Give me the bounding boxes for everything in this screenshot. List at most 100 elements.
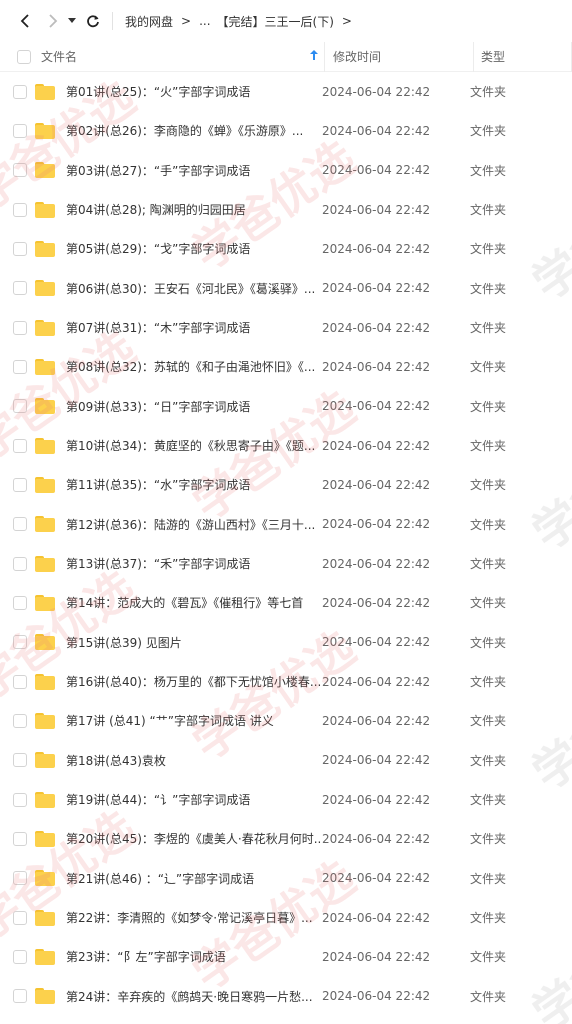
file-name[interactable]: 第22讲：李清照的《如梦令·常记溪亭日暮》...: [66, 909, 322, 926]
file-row[interactable]: 第10讲(总34)：黄庭坚的《秋思寄子由》《题... 2024-06-04 22:…: [0, 426, 572, 465]
file-row[interactable]: 第16讲(总40)：杨万里的《都下无忧馆小楼春... 2024-06-04 22:…: [0, 662, 572, 701]
row-checkbox[interactable]: [13, 831, 27, 846]
row-checkbox[interactable]: [13, 320, 27, 335]
file-name[interactable]: 第20讲(总45)：李煜的《虞美人·春花秋月何时...: [66, 830, 322, 847]
file-row[interactable]: 第09讲(总33)：“日”字部字词成语 2024-06-04 22:42 文件夹: [0, 387, 572, 426]
row-checkbox[interactable]: [13, 595, 27, 610]
refresh-icon[interactable]: [82, 10, 104, 32]
row-checkbox[interactable]: [13, 241, 27, 256]
file-row[interactable]: 第11讲(总35)：“水”字部字词成语 2024-06-04 22:42 文件夹: [0, 465, 572, 504]
file-modified-date: 2024-06-04 22:42: [322, 320, 431, 335]
folder-icon: [35, 280, 55, 297]
file-type: 文件夹: [470, 596, 507, 611]
file-name[interactable]: 第08讲(总32)：苏轼的《和子由渑池怀旧》《...: [66, 358, 322, 375]
row-checkbox[interactable]: [13, 438, 27, 453]
row-checkbox[interactable]: [13, 989, 27, 1004]
select-all-checkbox[interactable]: [17, 49, 31, 64]
row-checkbox[interactable]: [13, 359, 27, 374]
row-checkbox[interactable]: [13, 556, 27, 571]
history-dropdown-icon[interactable]: [66, 10, 78, 32]
file-name[interactable]: 第16讲(总40)：杨万里的《都下无忧馆小楼春...: [66, 673, 322, 690]
file-row[interactable]: 第22讲：李清照的《如梦令·常记溪亭日暮》... 2024-06-04 22:42…: [0, 898, 572, 937]
file-name[interactable]: 第04讲(总28); 陶渊明的归园田居: [66, 201, 322, 218]
file-modified-date: 2024-06-04 22:42: [322, 949, 431, 964]
file-name[interactable]: 第24讲：辛弃疾的《鹧鸪天·晚日寒鸦一片愁...: [66, 988, 322, 1005]
forward-icon[interactable]: [42, 10, 64, 32]
file-row[interactable]: 第03讲(总27)：“手”字部字词成语 2024-06-04 22:42 文件夹: [0, 151, 572, 190]
row-checkbox[interactable]: [13, 713, 27, 728]
file-row[interactable]: 第20讲(总45)：李煜的《虞美人·春花秋月何时... 2024-06-04 22…: [0, 819, 572, 858]
folder-icon: [35, 201, 55, 218]
column-header-type-label: 类型: [481, 50, 506, 64]
file-row[interactable]: 第02讲(总26)：李商隐的《蝉》《乐游原》... 2024-06-04 22:4…: [0, 111, 572, 150]
file-name[interactable]: 第05讲(总29)：“戈”字部字词成语: [66, 240, 322, 257]
file-row[interactable]: 第06讲(总30)：王安石《河北民》《葛溪驿》... 2024-06-04 22:…: [0, 269, 572, 308]
file-name[interactable]: 第23讲：“阝左”字部字词成语: [66, 948, 322, 965]
file-list-header: 文件名 修改时间 类型: [0, 41, 572, 72]
folder-icon: [35, 634, 55, 651]
file-row[interactable]: 第23讲：“阝左”字部字词成语 2024-06-04 22:42 文件夹: [0, 937, 572, 976]
file-row[interactable]: 第24讲：辛弃疾的《鹧鸪天·晚日寒鸦一片愁... 2024-06-04 22:42…: [0, 977, 572, 1016]
file-name[interactable]: 第21讲(总46) ：“辶”字部字词成语: [66, 870, 322, 887]
file-name[interactable]: 第03讲(总27)：“手”字部字词成语: [66, 162, 322, 179]
row-checkbox[interactable]: [13, 635, 27, 650]
row-checkbox[interactable]: [13, 949, 27, 964]
column-header-type[interactable]: 类型: [474, 41, 572, 72]
file-modified-date: 2024-06-04 22:42: [322, 713, 431, 728]
folder-icon: [35, 673, 55, 690]
file-name[interactable]: 第10讲(总34)：黄庭坚的《秋思寄子由》《题...: [66, 437, 322, 454]
breadcrumb-ellipsis[interactable]: ...: [199, 14, 210, 28]
file-row[interactable]: 第04讲(总28); 陶渊明的归园田居 2024-06-04 22:42 文件夹: [0, 190, 572, 229]
back-icon[interactable]: [14, 10, 36, 32]
file-name[interactable]: 第01讲(总25)：“火”字部字词成语: [66, 83, 322, 100]
file-type: 文件夹: [470, 911, 507, 926]
column-header-name[interactable]: 文件名: [41, 48, 324, 65]
file-row[interactable]: 第12讲(总36)：陆游的《游山西村》《三月十... 2024-06-04 22:…: [0, 505, 572, 544]
row-checkbox[interactable]: [13, 163, 27, 178]
file-row[interactable]: 第14讲：范成大的《碧瓦》《催租行》等七首 2024-06-04 22:42 文件夹: [0, 583, 572, 622]
row-checkbox[interactable]: [13, 477, 27, 492]
file-name[interactable]: 第17讲 (总41) “艹”字部字词成语 讲义: [66, 712, 322, 729]
row-checkbox[interactable]: [13, 281, 27, 296]
file-row[interactable]: 第15讲(总39) 见图片 2024-06-04 22:42 文件夹: [0, 623, 572, 662]
file-name[interactable]: 第11讲(总35)：“水”字部字词成语: [66, 476, 322, 493]
file-name[interactable]: 第02讲(总26)：李商隐的《蝉》《乐游原》...: [66, 122, 322, 139]
row-checkbox[interactable]: [13, 202, 27, 217]
file-name[interactable]: 第06讲(总30)：王安石《河北民》《葛溪驿》...: [66, 280, 322, 297]
folder-icon: [35, 162, 55, 179]
file-row[interactable]: 第17讲 (总41) “艹”字部字词成语 讲义 2024-06-04 22:42 文…: [0, 701, 572, 740]
file-row[interactable]: 第08讲(总32)：苏轼的《和子由渑池怀旧》《... 2024-06-04 22:…: [0, 347, 572, 386]
breadcrumb-current[interactable]: 【完结】三王一后(下): [217, 13, 334, 30]
file-row[interactable]: 第01讲(总25)：“火”字部字词成语 2024-06-04 22:42 文件夹: [0, 72, 572, 111]
breadcrumb-root[interactable]: 我的网盘: [125, 13, 173, 30]
file-name[interactable]: 第19讲(总44)：“讠”字部字词成语: [66, 791, 322, 808]
file-name[interactable]: 第15讲(总39) 见图片: [66, 634, 322, 651]
row-checkbox[interactable]: [13, 123, 27, 138]
file-row[interactable]: 第05讲(总29)：“戈”字部字词成语 2024-06-04 22:42 文件夹: [0, 229, 572, 268]
folder-icon: [35, 516, 55, 533]
row-checkbox[interactable]: [13, 674, 27, 689]
row-checkbox[interactable]: [13, 84, 27, 99]
file-row[interactable]: 第07讲(总31)：“木”字部字词成语 2024-06-04 22:42 文件夹: [0, 308, 572, 347]
column-header-date[interactable]: 修改时间: [325, 48, 473, 65]
file-row[interactable]: 第19讲(总44)：“讠”字部字词成语 2024-06-04 22:42 文件夹: [0, 780, 572, 819]
file-name[interactable]: 第12讲(总36)：陆游的《游山西村》《三月十...: [66, 516, 322, 533]
file-type: 文件夹: [470, 85, 507, 100]
row-checkbox[interactable]: [13, 871, 27, 886]
row-checkbox[interactable]: [13, 517, 27, 532]
row-checkbox[interactable]: [13, 910, 27, 925]
row-checkbox[interactable]: [13, 792, 27, 807]
file-name[interactable]: 第09讲(总33)：“日”字部字词成语: [66, 398, 322, 415]
file-name[interactable]: 第18讲(总43)袁枚: [66, 752, 322, 769]
folder-icon: [35, 909, 55, 926]
file-modified-date: 2024-06-04 22:42: [322, 163, 431, 178]
sort-ascending-icon[interactable]: [310, 50, 318, 63]
file-name[interactable]: 第07讲(总31)：“木”字部字词成语: [66, 319, 322, 336]
file-name[interactable]: 第14讲：范成大的《碧瓦》《催租行》等七首: [66, 594, 322, 611]
file-row[interactable]: 第18讲(总43)袁枚 2024-06-04 22:42 文件夹: [0, 741, 572, 780]
file-row[interactable]: 第21讲(总46) ：“辶”字部字词成语 2024-06-04 22:42 文件夹: [0, 859, 572, 898]
file-row[interactable]: 第13讲(总37)：“禾”字部字词成语 2024-06-04 22:42 文件夹: [0, 544, 572, 583]
row-checkbox[interactable]: [13, 753, 27, 768]
row-checkbox[interactable]: [13, 399, 27, 414]
file-name[interactable]: 第13讲(总37)：“禾”字部字词成语: [66, 555, 322, 572]
